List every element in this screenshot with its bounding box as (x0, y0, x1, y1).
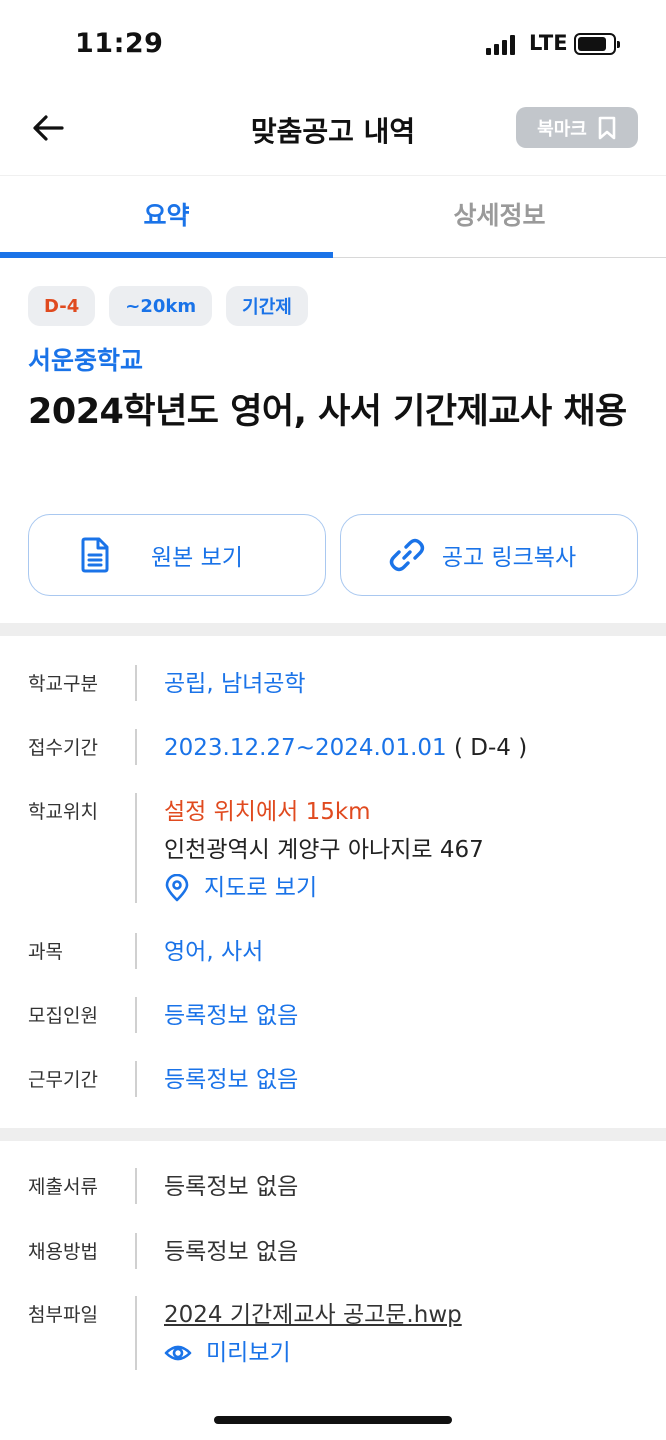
bookmark-icon (598, 116, 616, 139)
info-label: 학교위치 (28, 801, 98, 823)
info-separator (135, 665, 137, 701)
map-pin-icon (165, 874, 189, 902)
employment-type-chip: 기간제 (226, 286, 308, 326)
info-value: 공립, 남녀공학 (164, 671, 306, 697)
copy-link-label: 공고 링크복사 (441, 545, 577, 571)
info-label: 채용방법 (28, 1241, 98, 1263)
location-distance: 설정 위치에서 15km (164, 799, 371, 825)
section-divider (0, 623, 666, 636)
info-label: 모집인원 (28, 1005, 98, 1027)
attachment-file-link[interactable]: 2024 기간제교사 공고문.hwp (164, 1296, 462, 1334)
info-label: 첨부파일 (28, 1304, 98, 1326)
home-indicator[interactable] (214, 1416, 452, 1424)
info-separator (135, 1168, 137, 1204)
info-separator (135, 1233, 137, 1269)
info-value: 2023.12.27~2024.01.01 ( D-4 ) (164, 729, 527, 767)
tab-summary[interactable]: 요약 (0, 176, 333, 258)
post-title: 2024학년도 영어, 사서 기간제교사 채용 (28, 392, 627, 432)
info-value: 등록정보 없음 (164, 1003, 299, 1029)
signal-icon (486, 35, 515, 55)
period-dday: ( D-4 ) (446, 735, 528, 761)
info-separator (135, 793, 137, 903)
info-label: 근무기간 (28, 1069, 98, 1091)
info-value: 등록정보 없음 (164, 1067, 299, 1093)
info-separator (135, 933, 137, 969)
view-original-label: 원본 보기 (151, 545, 243, 571)
eye-icon (164, 1345, 192, 1361)
school-name: 서운중학교 (28, 346, 144, 375)
info-value: 등록정보 없음 (164, 1174, 299, 1200)
info-separator (135, 729, 137, 765)
network-label: LTE (529, 31, 568, 55)
tab-bar: 요약 상세정보 (0, 176, 666, 258)
location-address: 인천광역시 계양구 아나지로 467 (164, 837, 484, 863)
info-label: 접수기간 (28, 737, 98, 759)
deadline-chip: D-4 (28, 286, 96, 326)
app-header: 맞춤공고 내역 북마크 (0, 90, 666, 176)
copy-link-button[interactable]: 공고 링크복사 (340, 514, 638, 596)
info-label: 제출서류 (28, 1176, 98, 1198)
status-bar: 11:29 LTE (0, 0, 666, 90)
preview-label: 미리보기 (206, 1340, 291, 1366)
info-label: 학교구분 (28, 673, 98, 695)
battery-icon (574, 33, 620, 55)
status-time: 11:29 (75, 28, 164, 59)
info-label: 과목 (28, 941, 63, 963)
info-value: 설정 위치에서 15km 인천광역시 계양구 아나지로 467 지도로 보기 (164, 793, 484, 907)
info-value: 등록정보 없음 (164, 1239, 299, 1265)
info-value: 영어, 사서 (164, 939, 264, 965)
bookmark-label: 북마크 (537, 118, 587, 140)
map-link-label: 지도로 보기 (204, 875, 318, 901)
tag-chips: D-4 ~20km 기간제 (28, 286, 308, 326)
info-separator (135, 1061, 137, 1097)
preview-link[interactable]: 미리보기 (164, 1334, 462, 1372)
section-divider (0, 1128, 666, 1141)
link-icon (389, 538, 425, 572)
info-separator (135, 997, 137, 1033)
info-value: 2024 기간제교사 공고문.hwp 미리보기 (164, 1296, 462, 1372)
bookmark-button[interactable]: 북마크 (516, 107, 638, 148)
info-separator (135, 1296, 137, 1370)
view-original-button[interactable]: 원본 보기 (28, 514, 326, 596)
map-link[interactable]: 지도로 보기 (164, 869, 484, 907)
period-dates: 2023.12.27~2024.01.01 (164, 735, 447, 761)
document-icon (81, 537, 109, 573)
distance-chip: ~20km (109, 286, 213, 326)
tab-details[interactable]: 상세정보 (333, 176, 666, 257)
